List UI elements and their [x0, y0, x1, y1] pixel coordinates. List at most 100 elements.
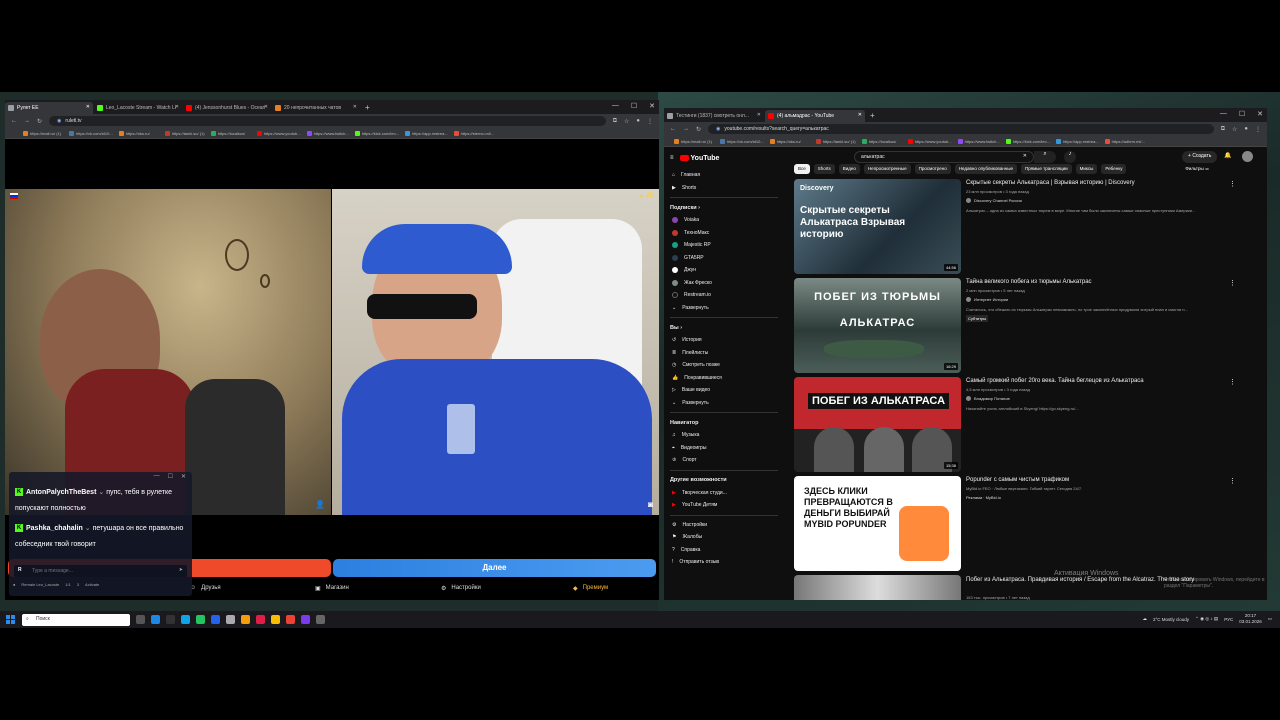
- bookmark-item[interactable]: https://www.twitch...: [306, 130, 349, 136]
- url-field[interactable]: ◉ youtube.com/results?search_query=алькат…: [708, 124, 1214, 134]
- more-options-icon[interactable]: ⋮: [1229, 180, 1236, 188]
- language-indicator[interactable]: РУС: [1224, 617, 1233, 622]
- video-title[interactable]: Самый громкий побег 20го века. Тайна бег…: [966, 378, 1236, 384]
- folder-icon[interactable]: [241, 615, 250, 624]
- chip[interactable]: Shorts: [813, 164, 835, 174]
- sidebar-item-sub[interactable]: Voiaka: [664, 214, 784, 227]
- sidebar-item-help[interactable]: ? Справка: [664, 544, 784, 557]
- bookmark-item[interactable]: https://adhrm.ml/...: [1104, 138, 1145, 144]
- channel-row[interactable]: Discovery Channel Россия: [966, 198, 1022, 203]
- close-icon[interactable]: ✕: [757, 112, 761, 118]
- avatar[interactable]: [1242, 151, 1253, 162]
- channel-row[interactable]: Владимир Потапов: [966, 396, 1010, 401]
- sidebar-item-settings[interactable]: ⚙ Настройки: [664, 519, 784, 532]
- forward-icon[interactable]: →: [24, 118, 30, 124]
- new-tab-icon[interactable]: +: [870, 111, 875, 120]
- video-thumbnail[interactable]: [794, 575, 961, 600]
- sidebar-item-sub[interactable]: Джун: [664, 264, 784, 277]
- back-icon[interactable]: ←: [670, 126, 676, 132]
- more-options-icon[interactable]: ⋮: [1229, 477, 1236, 485]
- tab-youtube[interactable]: (4) Jenssonhurst Blues - Ocean ✕: [183, 102, 271, 114]
- next-button[interactable]: Далее: [333, 559, 656, 577]
- ad-thumbnail[interactable]: ЗДЕСЬ КЛИКИ ПРЕВРАЩАЮТСЯ В ДЕНЬГИ ВЫБИРА…: [794, 476, 961, 571]
- tab-youtube-search[interactable]: (4) альмадрас - YouTube ✕: [765, 110, 865, 122]
- sidebar-item-feedback[interactable]: ! Отправить отзыв: [664, 556, 784, 569]
- reload-icon[interactable]: ↻: [37, 118, 42, 125]
- sidebar-item-home[interactable]: ⌂ Главная: [664, 169, 784, 182]
- nav-premium[interactable]: ◆ Премиум: [573, 585, 608, 592]
- channel-row[interactable]: Интернет Истории: [966, 297, 1008, 302]
- profile-icon[interactable]: ●: [1244, 126, 1248, 132]
- mic-button[interactable]: ♪: [1064, 151, 1076, 163]
- sidebar-item-kids[interactable]: ▶ YouTube Детям: [664, 499, 784, 512]
- search-button[interactable]: ⌕: [1034, 151, 1056, 163]
- notifications-icon[interactable]: ▭: [1268, 616, 1272, 622]
- close-icon[interactable]: ✕: [86, 104, 90, 110]
- tab-testing[interactable]: Тестинги (1837) смотреть онл... ✕: [664, 110, 764, 122]
- sidebar-item-shorts[interactable]: ▶ Shorts: [664, 182, 784, 195]
- taskbar-search[interactable]: ⌕ Поиск: [22, 613, 130, 626]
- task-view-icon[interactable]: [136, 615, 145, 624]
- nav-shop[interactable]: ▣ Магазин: [315, 585, 349, 592]
- app-icon[interactable]: [301, 615, 310, 624]
- chip[interactable]: Просмотрено: [914, 164, 951, 174]
- bookmark-item[interactable]: https://tanki.su/ (1): [164, 130, 205, 136]
- obs-icon[interactable]: [256, 615, 265, 624]
- close-icon[interactable]: ✕: [175, 104, 179, 110]
- maximize-icon[interactable]: ☐: [631, 102, 637, 110]
- sidebar-item-sub[interactable]: Majestic RP: [664, 239, 784, 252]
- sidebar-item-music[interactable]: ♫ Музыка: [664, 429, 784, 442]
- chrome-icon[interactable]: [286, 615, 295, 624]
- sidebar-item-expand[interactable]: ⌄ Развернуть: [664, 302, 784, 315]
- hamburger-icon[interactable]: ≡: [670, 155, 674, 161]
- chip[interactable]: Недавно опубликованные: [954, 164, 1017, 174]
- sidebar-item-history[interactable]: ↺ История: [664, 334, 784, 347]
- maximize-icon[interactable]: ☐: [168, 473, 173, 481]
- sidebar-item-liked[interactable]: 👍 Понравившиеся: [664, 372, 784, 385]
- clear-icon[interactable]: ✕: [1023, 153, 1027, 159]
- sidebar-item-your-videos[interactable]: ▷ Ваше видео: [664, 384, 784, 397]
- steam-icon[interactable]: [211, 615, 220, 624]
- nav-friends[interactable]: ☺ Друзья: [190, 585, 221, 591]
- chip[interactable]: Все: [794, 164, 810, 174]
- app-icon[interactable]: [316, 615, 325, 624]
- bookmark-item[interactable]: https://kick.com/leo...: [1005, 138, 1050, 144]
- subscriptions-header[interactable]: Подписки ›: [664, 201, 784, 214]
- reload-icon[interactable]: ↻: [696, 126, 701, 133]
- more-options-icon[interactable]: ⋮: [1229, 279, 1236, 287]
- chat-activate[interactable]: Activate: [85, 582, 99, 587]
- sidebar-item-sub[interactable]: Restream.io: [664, 289, 784, 302]
- sidebar-item-gaming[interactable]: ⌖ Видеоигры: [664, 442, 784, 455]
- bookmark-item[interactable]: https://mail.ru/ (1): [674, 138, 714, 144]
- minimize-icon[interactable]: —: [154, 473, 160, 481]
- bookmark-item[interactable]: https://tanki.su/ (1): [815, 138, 856, 144]
- bookmark-item[interactable]: https://app.restrea...: [405, 130, 448, 136]
- bookmark-item[interactable]: https://app.restrea...: [1056, 138, 1099, 144]
- tab-kick[interactable]: Leo_Lacoste Stream - Watch Li ✕: [94, 102, 182, 114]
- bookmark-item[interactable]: https://stenvu.ml/...: [453, 130, 494, 136]
- sidebar-item-watch-later[interactable]: ◷ Смотреть позже: [664, 359, 784, 372]
- sidebar-item-sub[interactable]: GTA5RP: [664, 252, 784, 265]
- star-icon[interactable]: ☆: [1232, 126, 1237, 133]
- menu-icon[interactable]: ⋮: [647, 118, 653, 125]
- bell-icon[interactable]: 🔔: [1224, 152, 1231, 159]
- chat-username[interactable]: AntonPalychTheBest: [26, 489, 96, 496]
- chrome-icon[interactable]: [271, 615, 280, 624]
- telegram-icon[interactable]: [181, 615, 190, 624]
- bookmark-item[interactable]: https://vk.com/id10...: [720, 138, 764, 144]
- tray-icons[interactable]: ⌃ ◉ ◎ ♪ ▤: [1195, 616, 1218, 622]
- chip[interactable]: Прямые трансляции: [1020, 164, 1072, 174]
- video-title[interactable]: Скрытые секреты Алькатраса | Взрывая ист…: [966, 180, 1236, 186]
- bookmark-item[interactable]: https://www.twitch...: [957, 138, 1000, 144]
- user-icon[interactable]: 👤: [315, 500, 325, 509]
- nav-settings[interactable]: ⚙ Настройки: [441, 585, 481, 592]
- tab-chats[interactable]: 20 непрочитанных чатов ✕: [272, 102, 360, 114]
- app-icon[interactable]: [226, 615, 235, 624]
- send-icon[interactable]: ➤: [179, 567, 183, 573]
- sidebar-item-sub[interactable]: Жак Фреско: [664, 277, 784, 290]
- camera-icon[interactable]: ◙: [648, 500, 653, 509]
- bookmark-item[interactable]: https://vk.com/id10...: [69, 130, 113, 136]
- tab-ruletka[interactable]: Рулет EE ✕: [5, 102, 93, 114]
- sidebar-item-sport[interactable]: ♔ Спорт: [664, 454, 784, 467]
- bookmark-item[interactable]: https://mail.ru/ (1): [23, 130, 63, 136]
